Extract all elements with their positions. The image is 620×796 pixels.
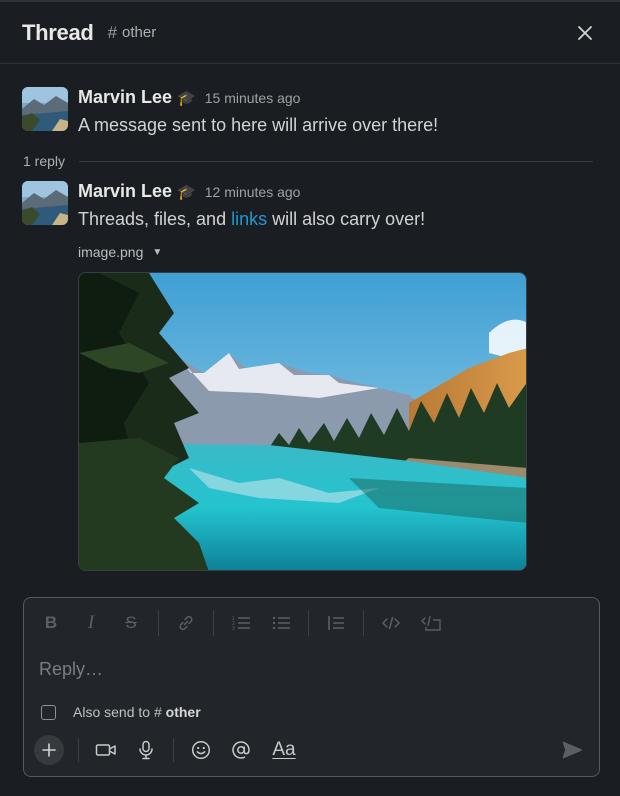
format-text-button[interactable]: Aa [268, 737, 300, 763]
avatar[interactable] [22, 181, 68, 225]
ordered-list-icon: 1 2 3 [232, 616, 250, 632]
composer-actions: Aa [34, 735, 314, 765]
close-icon [578, 26, 592, 40]
thread-header: Thread # other [0, 2, 620, 64]
code-block-button[interactable] [418, 610, 444, 636]
italic-icon: I [87, 612, 95, 633]
message-text: A message sent to here will arrive over … [78, 115, 439, 135]
send-button[interactable] [559, 737, 585, 763]
message-timestamp[interactable]: 15 minutes ago [205, 90, 301, 106]
message-text-end: will also carry over! [267, 209, 426, 229]
also-send-prefix: Also send to [73, 704, 151, 720]
also-send-checkbox[interactable] [41, 704, 56, 720]
blockquote-icon [328, 616, 344, 630]
attach-button[interactable] [34, 735, 64, 765]
plus-icon [42, 743, 56, 757]
video-icon [95, 744, 116, 756]
divider-line [79, 160, 593, 162]
code-block-icon [421, 615, 441, 631]
italic-button[interactable]: I [78, 610, 104, 636]
thread-channel-name: other [122, 24, 157, 41]
formatting-toolbar: B I S 1 2 3 [38, 610, 458, 636]
close-button[interactable] [574, 22, 596, 44]
audio-clip-button[interactable] [133, 737, 159, 763]
bulleted-list-button[interactable] [268, 610, 294, 636]
reply-count: 1 reply [23, 153, 66, 169]
code-icon [381, 616, 401, 630]
mention-icon [232, 741, 250, 759]
emoji-icon [191, 740, 211, 760]
svg-text:3: 3 [232, 626, 235, 632]
microphone-icon [139, 740, 153, 760]
message-text: Threads, files, and links will also carr… [78, 209, 425, 230]
link-button[interactable] [173, 610, 199, 636]
message-link[interactable]: links [231, 209, 267, 229]
channel-hash-icon: # [107, 22, 118, 42]
image-attachment[interactable] [78, 272, 527, 571]
reply-count-divider: 1 reply [23, 151, 593, 171]
attachment-filename[interactable]: image.png ▼ [78, 244, 162, 260]
channel-hash-icon: # [153, 704, 162, 720]
mention-button[interactable] [228, 737, 254, 763]
toolbar-divider [363, 610, 364, 636]
message-timestamp[interactable]: 12 minutes ago [205, 184, 301, 200]
video-clip-button[interactable] [93, 737, 119, 763]
reply-input[interactable] [39, 656, 579, 682]
bold-button[interactable]: B [38, 610, 64, 636]
actions-divider [173, 738, 174, 762]
graduation-cap-icon: 🎓 [177, 184, 196, 201]
reply-composer: B I S 1 2 3 Reply… Also send to # other … [23, 597, 600, 777]
send-icon [562, 741, 582, 759]
thread-channel-link[interactable]: # other [108, 23, 157, 43]
bulleted-list-icon [272, 616, 290, 630]
strikethrough-icon: S [125, 613, 137, 632]
caret-down-icon[interactable]: ▼ [152, 247, 162, 258]
avatar[interactable] [22, 87, 68, 131]
message-author[interactable]: Marvin Lee [78, 181, 172, 202]
actions-divider [78, 738, 79, 762]
blockquote-button[interactable] [323, 610, 349, 636]
thread-title: Thread [22, 19, 94, 45]
toolbar-divider [158, 610, 159, 636]
message-author[interactable]: Marvin Lee [78, 87, 172, 108]
also-send-channel: other [165, 704, 201, 720]
parent-message[interactable]: Marvin Lee 🎓 15 minutes ago A message se… [22, 87, 602, 137]
also-send-option[interactable]: Also send to # other [41, 704, 201, 720]
strikethrough-button[interactable]: S [118, 610, 144, 636]
graduation-cap-icon: 🎓 [177, 90, 196, 107]
code-button[interactable] [378, 610, 404, 636]
toolbar-divider [213, 610, 214, 636]
attachment-filename-text: image.png [78, 244, 144, 260]
format-text-icon: Aa [272, 739, 296, 760]
emoji-button[interactable] [188, 737, 214, 763]
toolbar-divider [308, 610, 309, 636]
link-icon [179, 615, 193, 631]
reply-message[interactable]: Marvin Lee 🎓 12 minutes ago Threads, fil… [22, 181, 602, 241]
bold-icon: B [44, 613, 58, 632]
message-text-start: Threads, files, and [78, 209, 232, 229]
also-send-label: Also send to # other [73, 704, 201, 720]
ordered-list-button[interactable]: 1 2 3 [228, 610, 254, 636]
